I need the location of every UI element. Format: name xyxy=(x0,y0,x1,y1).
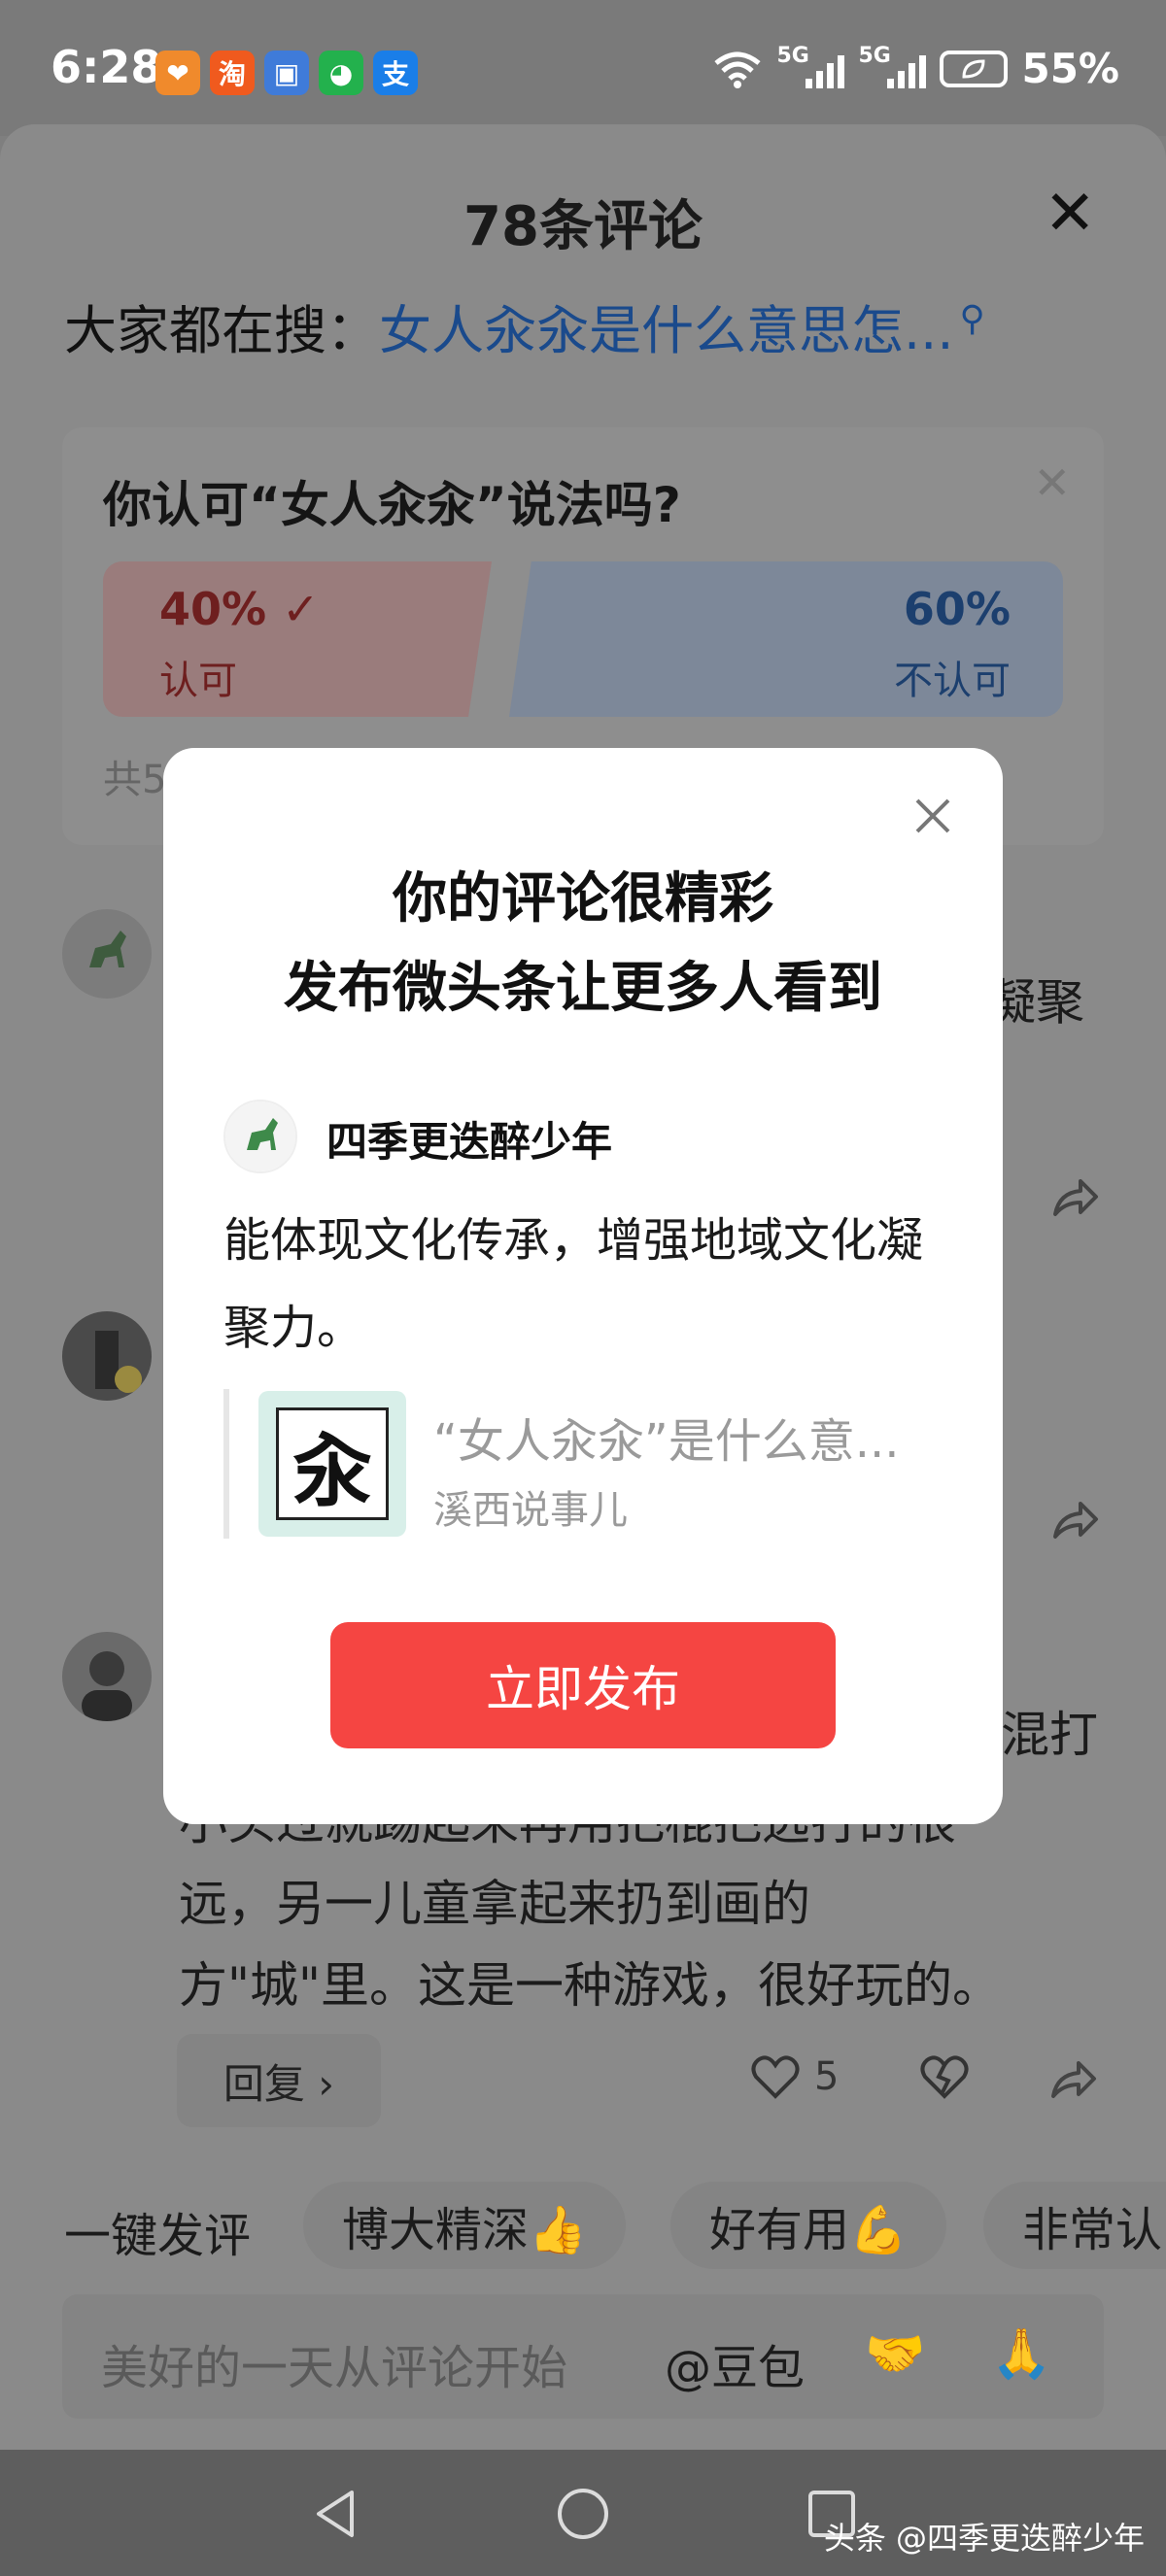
sim2-network-label: 5G xyxy=(858,43,891,68)
quick-chip[interactable]: 非常认 xyxy=(983,2182,1166,2269)
person-avatar-icon xyxy=(82,1651,132,1721)
avatar[interactable] xyxy=(62,1632,152,1721)
poll-question: 你认可“女人汆汆”说法吗? xyxy=(103,477,681,533)
quoted-article-title: “女人汆汆”是什么意... xyxy=(433,1414,900,1469)
poll-no-percent: 60% xyxy=(903,583,1011,635)
horse-avatar-icon xyxy=(89,931,126,967)
comment-text-line: 混打 xyxy=(1001,1707,1098,1763)
leaf-icon xyxy=(962,58,985,79)
pagoda-avatar-icon xyxy=(95,1331,142,1393)
dialog-username: 四季更迭醉少年 xyxy=(326,1118,613,1166)
signal-icon-sim2: 5G xyxy=(858,44,927,88)
back-icon[interactable] xyxy=(307,2485,365,2543)
system-nav-bar: 头条 @四季更迭醉少年 xyxy=(0,2450,1166,2576)
status-bar: 6:28 ❤ 淘 ▣ ◕ 支 5G 5G 55% xyxy=(0,0,1166,136)
quick-comment-row: 一键发评 博大精深👍 好有用💪 非常认 xyxy=(0,2176,1166,2273)
quoted-article: 汆 “女人汆汆”是什么意... 溪西说事儿 xyxy=(223,1389,943,1539)
poll-option-yes[interactable]: 40% ✓ 认可 xyxy=(103,561,492,717)
avatar[interactable] xyxy=(62,1311,152,1401)
comment-text-line: 方"城"里。这是一种游戏，很好玩的。 xyxy=(179,1957,1001,2014)
home-icon[interactable] xyxy=(554,2485,612,2543)
dialog-title: 你的评论很精彩 发布微头条让更多人看到 xyxy=(163,855,1003,1034)
battery-icon xyxy=(940,50,1009,87)
reply-button[interactable]: 回复 › xyxy=(177,2034,381,2127)
dialog-title-line1: 你的评论很精彩 xyxy=(393,867,773,931)
broken-heart-icon[interactable] xyxy=(919,2053,970,2100)
close-icon[interactable]: ✕ xyxy=(1044,183,1096,245)
quoted-article-source: 溪西说事儿 xyxy=(433,1488,628,1533)
pray-emoji-button[interactable]: 🙏 xyxy=(991,2325,1051,2383)
share-icon[interactable] xyxy=(1047,1171,1102,1226)
poll-footer: 共5 xyxy=(103,758,167,802)
signal-icon-sim1: 5G xyxy=(776,44,845,88)
share-icon[interactable] xyxy=(1046,2053,1100,2108)
hot-search-bar[interactable]: 大家都在搜：女人汆汆是什么意思怎... ⚲ xyxy=(64,288,985,364)
dialog-title-line2: 发布微头条让更多人看到 xyxy=(284,957,882,1020)
dialog-close-icon[interactable] xyxy=(911,795,954,837)
avatar[interactable] xyxy=(62,909,152,999)
comment-input[interactable]: 美好的一天从评论开始 @豆包 🤝 🙏 xyxy=(62,2294,1104,2419)
taobao-icon: 淘 xyxy=(210,51,255,95)
poll-option-no[interactable]: 60% 不认可 xyxy=(509,561,1063,717)
notification-apps: ❤ 淘 ▣ ◕ 支 xyxy=(155,51,418,95)
like-button[interactable]: 5 xyxy=(750,2053,839,2100)
quick-chip[interactable]: 博大精深👍 xyxy=(303,2182,626,2269)
hot-search-prefix: 大家都在搜： xyxy=(64,300,379,361)
search-icon: ⚲ xyxy=(959,299,985,339)
poll-no-label: 不认可 xyxy=(894,659,1011,703)
poll-close-icon[interactable]: ✕ xyxy=(1033,457,1071,509)
comment-count-title: 78条评论 xyxy=(463,195,703,258)
quick-comment-label: 一键发评 xyxy=(64,2209,252,2263)
comment-input-placeholder: 美好的一天从评论开始 xyxy=(101,2341,568,2395)
handshake-emoji-button[interactable]: 🤝 xyxy=(865,2325,925,2383)
comment-text-line: 远，另一儿童拿起来扔到画的 xyxy=(179,1876,810,1932)
wechat-icon: ◕ xyxy=(319,51,363,95)
alipay-icon: 支 xyxy=(373,51,418,95)
quick-chip[interactable]: 好有用💪 xyxy=(670,2182,946,2269)
comment-text: 凝聚 xyxy=(987,974,1084,1031)
wifi-icon xyxy=(714,51,762,88)
publish-button[interactable]: 立即发布 xyxy=(330,1622,836,1748)
share-icon[interactable] xyxy=(1047,1494,1102,1548)
battery-percent: 55% xyxy=(1021,45,1119,92)
horse-avatar-icon xyxy=(225,1102,295,1171)
poll-yes-percent: 40% ✓ xyxy=(159,583,320,635)
publish-dialog: 你的评论很精彩 发布微头条让更多人看到 四季更迭醉少年 能体现文化传承，增强地域… xyxy=(163,748,1003,1824)
heart-icon xyxy=(751,2055,800,2099)
status-time: 6:28 xyxy=(51,41,162,93)
status-right: 5G 5G 55% xyxy=(712,44,1119,92)
thumbnail-character: 汆 xyxy=(276,1407,389,1520)
article-thumbnail: 汆 xyxy=(258,1391,406,1537)
poll-yes-label: 认可 xyxy=(159,659,237,703)
heart-app-icon: ❤ xyxy=(155,51,200,95)
card-app-icon: ▣ xyxy=(264,51,309,95)
hot-search-link[interactable]: 女人汆汆是什么意思怎... xyxy=(379,300,954,361)
watermark: 头条 @四季更迭醉少年 xyxy=(823,2520,1145,2557)
like-count: 5 xyxy=(814,2054,840,2099)
mention-doubao-button[interactable]: @豆包 xyxy=(665,2329,805,2397)
sim1-network-label: 5G xyxy=(776,43,809,68)
dialog-avatar xyxy=(223,1100,297,1173)
dialog-comment-body: 能体现文化传承，增强地域文化凝聚力。 xyxy=(223,1213,924,1355)
